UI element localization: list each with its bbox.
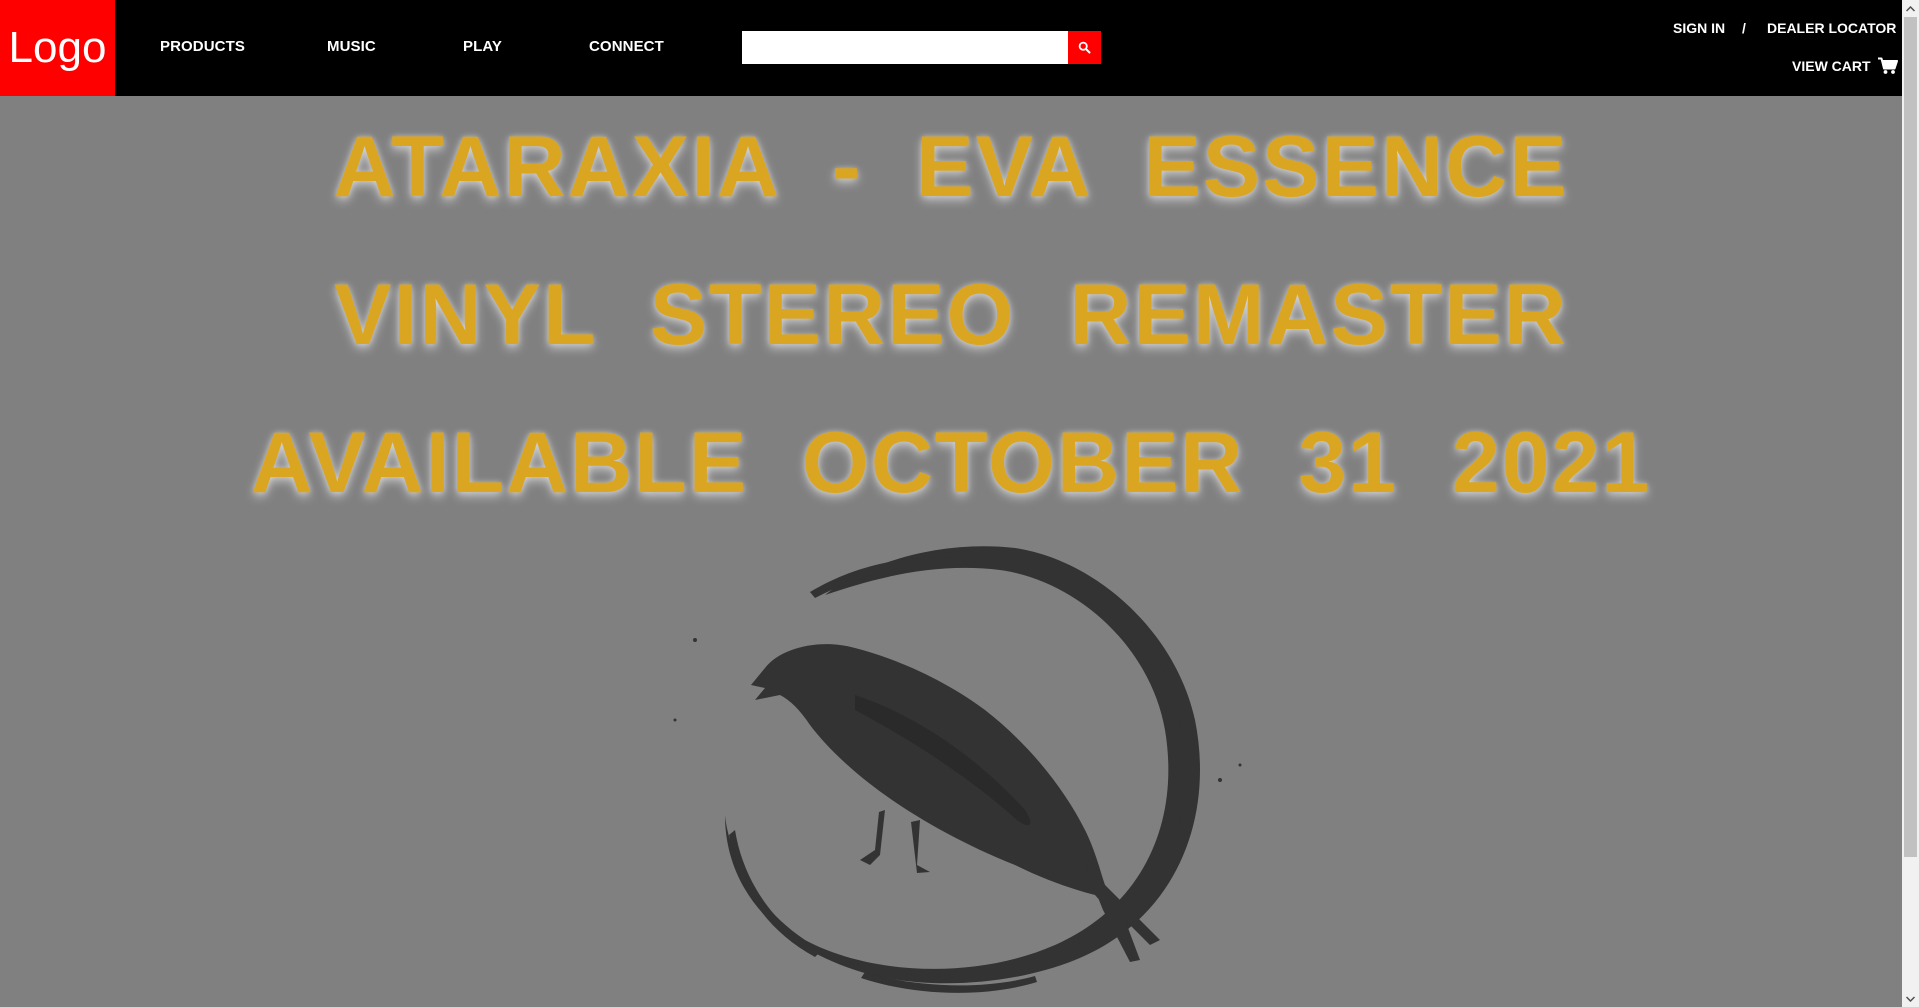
nav-music[interactable]: MUSIC	[327, 38, 376, 55]
sign-in-link[interactable]: SIGN IN	[1673, 20, 1725, 36]
separator: /	[1742, 20, 1746, 36]
search-icon	[1078, 41, 1091, 54]
search-button[interactable]	[1068, 31, 1101, 64]
view-cart-link[interactable]: VIEW CART	[1792, 57, 1898, 75]
headline-line-1: ATARAXIA - EVA ESSENCE	[333, 119, 1569, 215]
chevron-down-icon	[1906, 995, 1915, 1002]
bird-in-circle-illustration	[673, 546, 1242, 993]
nav-play[interactable]: PLAY	[463, 38, 502, 55]
view-cart-label: VIEW CART	[1792, 58, 1871, 74]
headline-line-2: VINYL STEREO REMASTER	[334, 267, 1568, 363]
chevron-up-icon	[1906, 5, 1915, 12]
nav-products[interactable]: PRODUCTS	[160, 38, 245, 55]
cart-icon	[1877, 57, 1898, 74]
scroll-up-button[interactable]	[1902, 0, 1919, 17]
logo[interactable]: Logo	[0, 0, 115, 96]
vertical-scrollbar[interactable]	[1902, 0, 1919, 1007]
dealer-locator-link[interactable]: DEALER LOCATOR	[1767, 20, 1896, 36]
page: Logo PRODUCTS MUSIC PLAY CONNECT SIGN IN…	[0, 0, 1919, 1007]
site-header: Logo PRODUCTS MUSIC PLAY CONNECT SIGN IN…	[0, 0, 1902, 96]
nav-connect[interactable]: CONNECT	[589, 38, 664, 55]
scroll-down-button[interactable]	[1902, 990, 1919, 1007]
scroll-thumb[interactable]	[1904, 17, 1917, 857]
search-input[interactable]	[742, 31, 1068, 64]
headline-line-3: AVAILABLE OCTOBER 31 2021	[250, 415, 1652, 511]
